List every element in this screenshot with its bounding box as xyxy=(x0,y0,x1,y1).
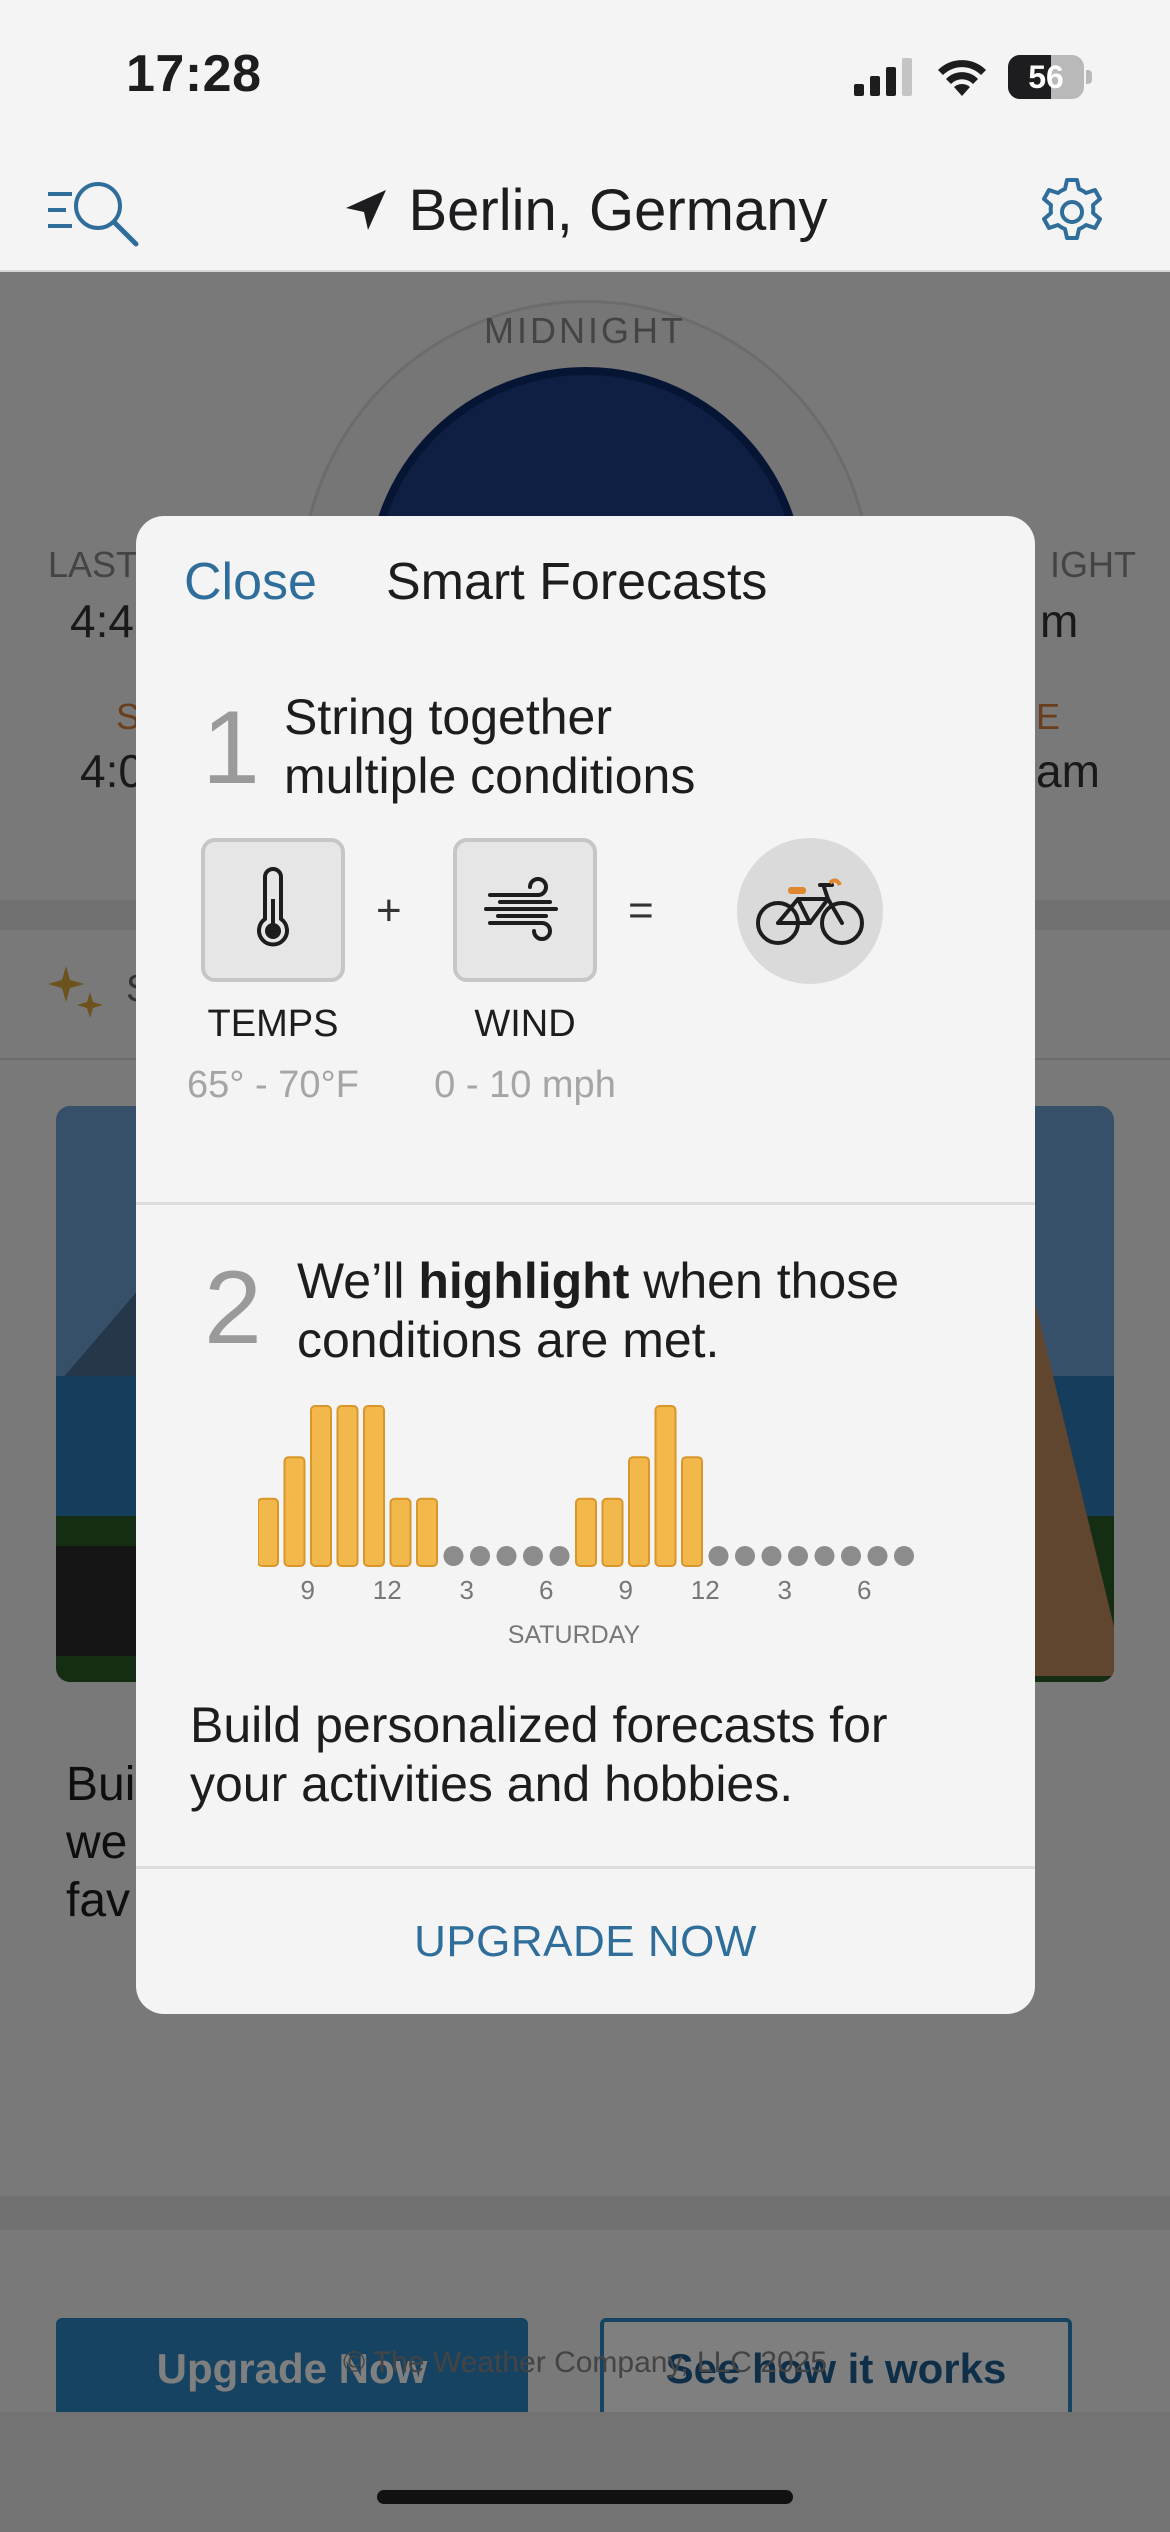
chart-bar xyxy=(654,1405,677,1567)
chart-bar xyxy=(283,1456,306,1568)
upgrade-now-link[interactable]: UPGRADE NOW xyxy=(136,1869,1035,2014)
modal-description: Build personalized forecasts for your ac… xyxy=(190,1697,888,1812)
status-time: 17:28 xyxy=(126,45,262,103)
step-2-text: We’ll highlight when those conditions ar… xyxy=(297,1253,900,1368)
app-header: Berlin, Germany xyxy=(0,150,1170,272)
chart-point xyxy=(549,1546,570,1566)
signal-icon xyxy=(854,58,912,96)
chart-bar xyxy=(258,1497,279,1567)
step-1-text: String together multiple conditions xyxy=(284,689,696,804)
chart-tick-label: 12 xyxy=(373,1575,402,1605)
chart-point xyxy=(867,1546,888,1566)
chart-point xyxy=(735,1546,755,1566)
chart-bar xyxy=(336,1405,359,1567)
chart-bar xyxy=(681,1456,703,1568)
chart-bar xyxy=(389,1497,412,1567)
chart-point xyxy=(470,1546,490,1566)
location-title[interactable]: Berlin, Germany xyxy=(0,150,1170,270)
chart-tick-label: 9 xyxy=(301,1575,315,1605)
chart-bar xyxy=(363,1405,385,1567)
chart-point xyxy=(788,1546,808,1566)
chart-bar xyxy=(310,1405,332,1567)
chart-tick-label: 3 xyxy=(460,1575,474,1605)
plus-sign: + xyxy=(376,886,402,935)
chart-point xyxy=(443,1546,464,1566)
gear-icon[interactable] xyxy=(1036,176,1108,248)
close-button[interactable]: Close xyxy=(184,552,317,612)
chart-tick-label: 9 xyxy=(619,1575,633,1605)
status-bar: 17:28 56 xyxy=(0,0,1170,150)
temps-range: 65° - 70°F xyxy=(187,1064,359,1106)
bicycle-icon xyxy=(756,878,864,945)
chart-point xyxy=(841,1546,861,1566)
wind-label: WIND xyxy=(474,1003,576,1045)
temps-label: TEMPS xyxy=(207,1003,339,1045)
modal-title: Smart Forecasts xyxy=(386,553,768,611)
chart-bar xyxy=(416,1497,438,1567)
chart-point xyxy=(708,1546,729,1566)
equals-sign: = xyxy=(628,886,654,935)
wind-condition xyxy=(453,838,597,982)
chart-tick-label: 6 xyxy=(857,1575,871,1605)
location-name: Berlin, Germany xyxy=(408,177,828,243)
chart-x-label: SATURDAY xyxy=(508,1621,641,1649)
temps-condition xyxy=(201,838,345,982)
chart-bar xyxy=(601,1497,624,1567)
home-indicator[interactable] xyxy=(377,2490,793,2504)
chart-point xyxy=(761,1546,782,1566)
chart-tick-label: 6 xyxy=(539,1575,553,1605)
step-1-number: 1 xyxy=(202,690,260,806)
thermometer-icon xyxy=(257,867,289,947)
chart-point xyxy=(523,1546,543,1566)
bicycle-result xyxy=(737,838,883,984)
battery-icon: 56 xyxy=(1008,55,1092,99)
chart-point xyxy=(814,1546,835,1566)
wifi-icon xyxy=(938,60,986,96)
chart-point xyxy=(496,1546,517,1566)
chart-bar xyxy=(628,1456,650,1568)
chart-bar xyxy=(575,1497,597,1567)
step-2-number: 2 xyxy=(204,1250,262,1366)
highlight-chart: 9 12 3 6 9 12 3 6 SATURDAY xyxy=(258,1405,914,1649)
wind-range: 0 - 10 mph xyxy=(434,1064,616,1106)
chart-tick-label: 12 xyxy=(691,1575,720,1605)
location-arrow-icon xyxy=(346,190,387,230)
chart-point xyxy=(894,1546,914,1566)
chart-tick-label: 3 xyxy=(778,1575,792,1605)
smart-forecasts-modal: Close Smart Forecasts 1 String together … xyxy=(136,516,1035,2014)
wind-icon xyxy=(484,877,558,941)
battery-level: 56 xyxy=(1028,59,1064,95)
